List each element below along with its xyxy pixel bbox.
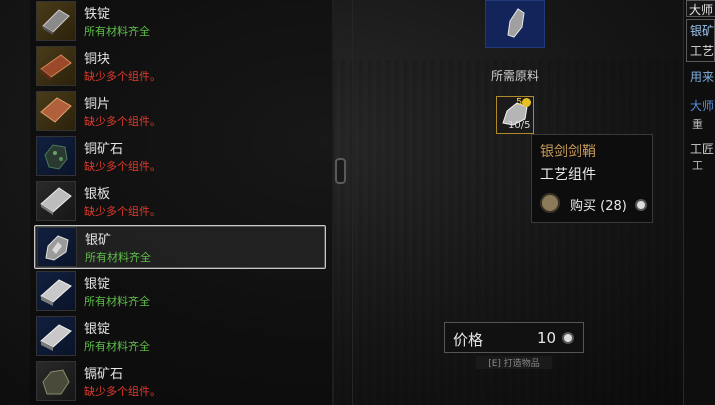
price-box: 价格 10 (444, 322, 584, 353)
item-tooltip: 银剑剑鞘 工艺组件 购买 (28) (531, 134, 653, 223)
item-status: 缺少多个组件。 (84, 205, 161, 218)
list-item[interactable]: 铜矿石 缺少多个组件。 (34, 135, 326, 179)
buy-action[interactable]: 购买 (28) (536, 189, 648, 217)
item-name: 银矿 (85, 233, 112, 248)
center-divider (352, 0, 353, 405)
item-status: 所有材料齐全 (84, 25, 150, 38)
details-craftsman-sub: 工 (692, 159, 703, 172)
quantity-badge-icon (522, 98, 531, 107)
list-item[interactable]: 银锭 所有材料齐全 (34, 270, 326, 314)
details-weight: 重 (692, 118, 703, 131)
details-craftsman: 工匠 (690, 142, 715, 156)
silver-ingot-icon (36, 271, 76, 311)
list-item[interactable]: 铜块 缺少多个组件。 (34, 45, 326, 89)
item-name: 银板 (84, 187, 111, 202)
item-status: 所有材料齐全 (84, 295, 150, 308)
craft-item-hint[interactable]: [E] 打造物品 (476, 356, 552, 369)
list-item[interactable]: 镉矿石 缺少多个组件。 (34, 360, 326, 404)
list-item[interactable]: 银锭 所有材料齐全 (34, 315, 326, 359)
tooltip-item-type: 工艺组件 (540, 167, 596, 183)
list-item[interactable]: 银板 缺少多个组件。 (34, 180, 326, 224)
list-item-selected[interactable]: 银矿 所有材料齐全 (34, 225, 326, 269)
cadmium-ore-icon (36, 361, 76, 401)
item-name: 镉矿石 (84, 367, 124, 382)
item-status: 缺少多个组件。 (84, 70, 161, 83)
required-materials-label: 所需原料 (490, 69, 539, 83)
copper-bar-icon (36, 46, 76, 86)
silver-plate-icon (36, 181, 76, 221)
list-item[interactable]: 铁锭 所有材料齐全 (34, 0, 326, 44)
list-divider (332, 0, 334, 405)
details-item-type: 工艺 (690, 44, 715, 58)
item-status: 缺少多个组件。 (84, 385, 161, 398)
tooltip-item-name: 银剑剑鞘 (540, 144, 596, 160)
silver-ore-icon (37, 227, 77, 267)
crafted-item-preview (485, 0, 545, 48)
item-name: 铜片 (84, 97, 111, 112)
item-status: 所有材料齐全 (85, 251, 151, 264)
details-master: 大师 (690, 99, 715, 113)
details-item-name: 银矿 (690, 24, 715, 38)
details-usage: 用来 (690, 70, 715, 84)
item-status: 所有材料齐全 (84, 340, 150, 353)
buy-key-icon (540, 193, 560, 213)
item-name: 铜块 (84, 52, 111, 67)
item-name: 铁锭 (84, 7, 111, 22)
silver-ingot-icon (36, 316, 76, 356)
iron-ingot-icon (36, 1, 76, 41)
price-value: 10 (537, 329, 557, 347)
price-label: 价格 (453, 331, 484, 349)
details-title: 大师 (686, 0, 715, 17)
silver-ore-icon (507, 8, 525, 38)
item-status: 缺少多个组件。 (84, 160, 161, 173)
crown-coin-icon (635, 199, 647, 211)
buy-label: 购买 (28) (570, 199, 627, 214)
list-scrollbar-thumb[interactable] (335, 158, 346, 184)
copper-ore-icon (36, 136, 76, 176)
list-item[interactable]: 铜片 缺少多个组件。 (34, 90, 326, 134)
ingredient-count: 10/5 (508, 120, 531, 131)
item-name: 银锭 (84, 277, 111, 292)
item-status: 缺少多个组件。 (84, 115, 161, 128)
slot-badge-count: 5 (516, 97, 523, 108)
item-name: 银锭 (84, 322, 111, 337)
copper-plate-icon (36, 91, 76, 131)
item-name: 铜矿石 (84, 142, 124, 157)
crown-coin-icon (562, 332, 574, 344)
